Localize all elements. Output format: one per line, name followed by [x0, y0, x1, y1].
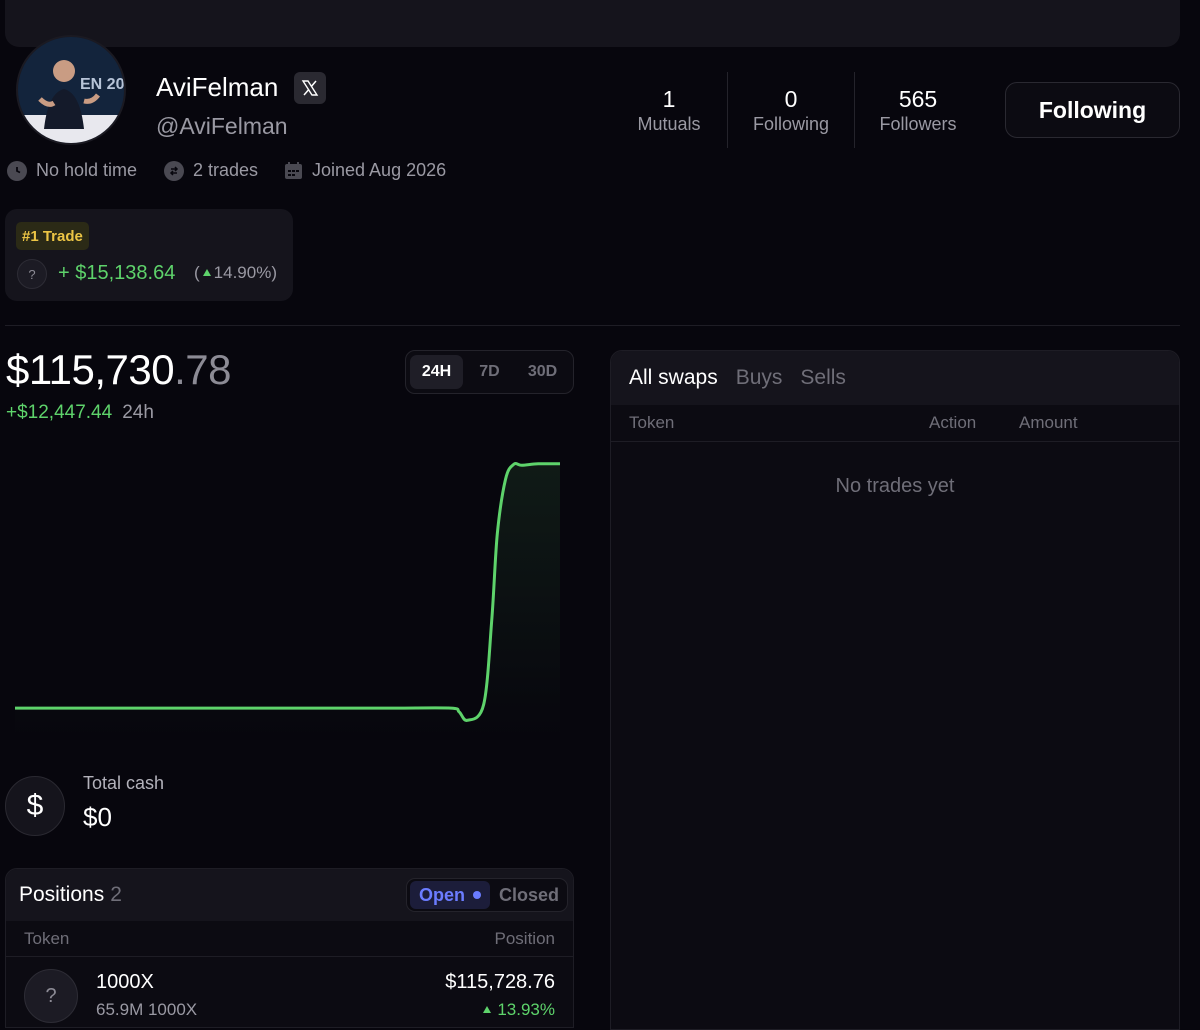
stat-mutuals[interactable]: 1 Mutuals	[628, 86, 710, 136]
stat-label: Following	[752, 114, 830, 134]
meta-joined: Joined Aug 2026	[284, 160, 446, 181]
active-dot-icon	[473, 891, 482, 899]
change-value: +$12,447.44	[6, 402, 113, 423]
meta-trades: 2 trades	[164, 160, 258, 181]
hold-time-text: No hold time	[36, 160, 138, 180]
pct-paren-open: (	[194, 263, 200, 282]
profile-handle: @AviFelman	[156, 113, 288, 139]
avatar-text: EN 204	[80, 76, 126, 93]
up-arrow-icon	[483, 1006, 492, 1013]
range-30d[interactable]: 30D	[516, 355, 569, 389]
following-button[interactable]: Following	[1005, 82, 1180, 138]
pct-value: 14.90%	[213, 263, 272, 282]
col-amount: Amount	[1019, 413, 1078, 432]
stat-value: 565	[898, 86, 938, 112]
joined-text: Joined Aug 2026	[312, 160, 447, 180]
portfolio-chart	[15, 462, 561, 740]
chart-area	[15, 463, 560, 740]
up-arrow-icon	[202, 269, 211, 276]
swap-icon	[164, 160, 184, 181]
dollar-icon: $	[5, 776, 65, 836]
positions-title-text: Positions	[19, 883, 105, 906]
position-value: $115,728.76	[445, 971, 555, 993]
range-7d[interactable]: 7D	[463, 355, 516, 389]
token-name: 1000X	[96, 971, 154, 993]
positions-header: Positions 2 Open Closed	[6, 869, 573, 921]
avatar[interactable]: EN 204	[16, 35, 126, 145]
positions-count: 2	[110, 883, 122, 906]
token-placeholder-icon: ?	[17, 259, 47, 289]
pct-paren-close: )	[271, 263, 278, 282]
change-period: 24h	[122, 402, 154, 423]
chart-line	[15, 462, 561, 722]
stat-following[interactable]: 0 Following	[744, 86, 838, 136]
time-range-selector: 24H 7D 30D	[405, 350, 574, 394]
tab-open-label: Open	[419, 884, 466, 905]
tab-sells[interactable]: Sells	[800, 366, 846, 390]
top-trade-pct: (14.90%)	[194, 263, 277, 283]
stat-value: 1	[662, 86, 676, 112]
tab-buys[interactable]: Buys	[736, 366, 783, 390]
swaps-panel: All swaps Buys Sells Token Action Amount…	[610, 350, 1180, 1030]
total-cash-value: $0	[83, 802, 112, 832]
portfolio-change: +$12,447.44 24h	[6, 401, 154, 425]
positions-panel: Positions 2 Open Closed Token Position ? …	[5, 868, 574, 1028]
tab-closed[interactable]: Closed	[490, 881, 568, 909]
stat-label: Mutuals	[637, 114, 701, 134]
trades-text: 2 trades	[193, 160, 259, 180]
col-token: Token	[629, 413, 675, 432]
stat-followers[interactable]: 565 Followers	[872, 86, 964, 136]
avatar-photo: EN 204	[18, 37, 126, 143]
x-link-icon[interactable]	[294, 72, 326, 104]
col-token: Token	[24, 929, 70, 948]
tab-open[interactable]: Open	[410, 881, 491, 909]
stat-label: Followers	[879, 114, 957, 134]
balance-decimal: .78	[174, 346, 231, 393]
stat-value: 0	[784, 86, 798, 112]
token-placeholder-icon: ?	[24, 969, 78, 1023]
swaps-tabs: All swaps Buys Sells	[611, 351, 1179, 405]
top-bar	[5, 0, 1180, 47]
position-pct-value: 13.93%	[497, 1000, 555, 1019]
section-divider	[5, 325, 1180, 326]
portfolio-balance: $115,730.78	[6, 346, 231, 394]
top-trade-tag: #1 Trade	[16, 222, 89, 250]
top-trade-card[interactable]: #1 Trade ? + $15,138.64 (14.90%)	[5, 209, 293, 301]
top-trade-pnl: + $15,138.64	[58, 262, 176, 284]
token-amount: 65.9M 1000X	[96, 1000, 198, 1019]
position-pct: 13.93%	[483, 1000, 555, 1020]
swaps-columns: Token Action Amount	[611, 405, 1179, 442]
meta-hold-time: No hold time	[7, 160, 137, 181]
stat-divider	[727, 72, 728, 148]
col-position: Position	[494, 929, 555, 948]
total-cash-label: Total cash	[83, 773, 165, 793]
positions-title: Positions 2	[19, 883, 122, 907]
empty-state: No trades yet	[835, 475, 955, 497]
clock-icon	[7, 160, 27, 181]
profile-name: AviFelman	[156, 72, 279, 102]
balance-main: $115,730	[6, 346, 175, 393]
tab-all-swaps[interactable]: All swaps	[629, 366, 718, 390]
positions-divider	[6, 956, 573, 957]
range-24h[interactable]: 24H	[410, 355, 463, 389]
stat-divider	[854, 72, 855, 148]
positions-toggle: Open Closed	[406, 878, 568, 912]
calendar-icon	[284, 161, 303, 180]
col-action: Action	[929, 413, 977, 432]
